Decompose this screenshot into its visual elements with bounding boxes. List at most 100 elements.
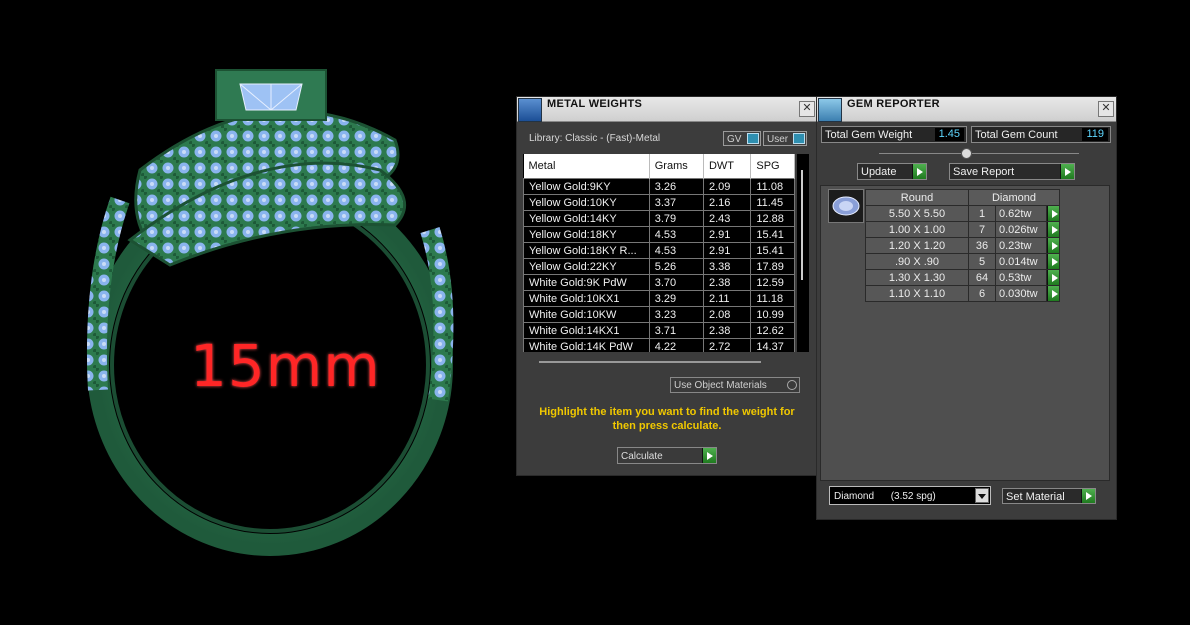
metal-weights-title: METAL WEIGHTS (547, 98, 643, 110)
metal-table-cell: 2.91 (702, 226, 752, 243)
close-icon[interactable]: ✕ (1098, 101, 1114, 117)
metal-table-row[interactable]: White Gold:10KW 3.23 2.08 10.99 (523, 306, 795, 323)
total-gem-weight-value: 1.45 (934, 128, 964, 141)
metal-column-header[interactable]: DWT (703, 154, 752, 179)
select-gem-button[interactable] (1046, 205, 1060, 222)
gem-list-area: Round Diamond 5.50 X 5.50 1 0.62tw 1.00 X 1… (820, 185, 1110, 481)
metal-table-cell: Yellow Gold:18KY R... (523, 242, 650, 259)
metal-table-cell: 11.08 (750, 178, 795, 195)
gem-slider[interactable] (879, 148, 1079, 159)
use-object-materials-option[interactable]: Use Object Materials (670, 377, 800, 393)
gem-row[interactable]: 1.30 X 1.30 64 0.53tw (865, 269, 1060, 286)
gem-cut-header: Round (865, 189, 969, 206)
gem-reporter-title: GEM REPORTER (847, 98, 940, 110)
metal-table-row[interactable]: White Gold:10KX1 3.29 2.11 11.18 (523, 290, 795, 307)
ring-viewport[interactable]: 15mm (0, 0, 510, 620)
close-icon[interactable]: ✕ (799, 101, 815, 117)
round-diamond-icon[interactable] (828, 189, 864, 223)
metal-table-row[interactable]: Yellow Gold:22KY 5.26 3.38 17.89 (523, 258, 795, 275)
gem-row[interactable]: 1.00 X 1.00 7 0.026tw (865, 221, 1060, 238)
select-gem-button[interactable] (1046, 269, 1060, 286)
metal-table-header: Metal Grams DWT SPG (523, 154, 795, 179)
metal-column-header[interactable]: SPG (750, 154, 795, 179)
metal-table-cell: 2.09 (702, 178, 752, 195)
set-material-button[interactable]: Set Material (1002, 488, 1096, 504)
metal-table-cell: 14.37 (750, 338, 795, 352)
horizontal-scrollbar[interactable] (539, 361, 761, 363)
gem-size: 1.30 X 1.30 (865, 269, 969, 286)
metal-table-cell: 3.79 (648, 210, 704, 227)
gem-count: 64 (968, 269, 996, 286)
metal-table[interactable]: Metal Grams DWT SPG Yellow Gold:9KY 3.26 2.09… (523, 154, 795, 352)
play-arrow-icon (1047, 270, 1059, 285)
gem-reporter-titlebar[interactable]: GEM REPORTER ✕ (817, 97, 1116, 122)
metal-table-cell: 11.18 (750, 290, 795, 307)
metal-table-cell: Yellow Gold:10KY (523, 194, 650, 211)
metal-table-cell: 10.99 (750, 306, 795, 323)
metal-table-cell: 2.11 (702, 290, 752, 307)
metal-table-cell: White Gold:9K PdW (523, 274, 650, 291)
gem-row[interactable]: 5.50 X 5.50 1 0.62tw (865, 205, 1060, 222)
vertical-scrollbar[interactable] (797, 154, 809, 352)
metal-table-row[interactable]: Yellow Gold:18KY R... 4.53 2.91 15.41 (523, 242, 795, 259)
gem-row[interactable]: .90 X .90 5 0.014tw (865, 253, 1060, 270)
metal-table-cell: 12.62 (750, 322, 795, 339)
metal-table-row[interactable]: White Gold:9K PdW 3.70 2.38 12.59 (523, 274, 795, 291)
calculate-label: Calculate (621, 451, 663, 462)
metal-table-cell: White Gold:14KX1 (523, 322, 650, 339)
gv-toggle-label: GV (727, 134, 742, 145)
metal-table-row[interactable]: Yellow Gold:10KY 3.37 2.16 11.45 (523, 194, 795, 211)
gem-count: 6 (968, 285, 996, 302)
select-gem-button[interactable] (1046, 285, 1060, 302)
gem-size: 5.50 X 5.50 (865, 205, 969, 222)
gem-size: 1.00 X 1.00 (865, 221, 969, 238)
update-button[interactable]: Update (857, 163, 927, 180)
material-select[interactable]: Diamond (3.52 spg) (829, 486, 991, 505)
metal-table-cell: 2.38 (702, 322, 752, 339)
calculate-button[interactable]: Calculate (617, 447, 717, 464)
metal-column-header[interactable]: Grams (649, 154, 704, 179)
metal-table-cell: 3.70 (648, 274, 704, 291)
metal-table-cell: 3.23 (648, 306, 704, 323)
metal-table-cell: Yellow Gold:14KY (523, 210, 650, 227)
metal-table-cell: Yellow Gold:22KY (523, 258, 650, 275)
metal-table-cell: 4.22 (648, 338, 704, 352)
metal-table-cell: 17.89 (750, 258, 795, 275)
save-report-button[interactable]: Save Report (949, 163, 1075, 180)
metal-table-row[interactable]: White Gold:14KX1 3.71 2.38 12.62 (523, 322, 795, 339)
gem-weight: 0.030tw (995, 285, 1047, 302)
metal-table-cell: 11.45 (750, 194, 795, 211)
play-arrow-icon (1047, 206, 1059, 221)
gem-row[interactable]: 1.10 X 1.10 6 0.030tw (865, 285, 1060, 302)
metal-weights-titlebar[interactable]: METAL WEIGHTS ✕ (517, 97, 817, 122)
select-gem-button[interactable] (1046, 253, 1060, 270)
play-arrow-icon (702, 448, 716, 463)
set-material-label: Set Material (1006, 491, 1065, 503)
metal-table-cell: 2.72 (702, 338, 752, 352)
metal-table-row[interactable]: White Gold:14K PdW 4.22 2.72 14.37 (523, 338, 795, 352)
select-gem-button[interactable] (1046, 221, 1060, 238)
metal-table-cell: 2.16 (702, 194, 752, 211)
gem-size: .90 X .90 (865, 253, 969, 270)
metal-table-cell: 2.91 (702, 242, 752, 259)
metal-column-header[interactable]: Metal (523, 154, 650, 179)
metal-table-row[interactable]: Yellow Gold:9KY 3.26 2.09 11.08 (523, 178, 795, 195)
gem-weight: 0.014tw (995, 253, 1047, 270)
gem-row[interactable]: 1.20 X 1.20 36 0.23tw (865, 237, 1060, 254)
metal-table-cell: 3.38 (702, 258, 752, 275)
play-arrow-icon (1047, 222, 1059, 237)
metal-table-cell: 3.26 (648, 178, 704, 195)
metal-table-row[interactable]: Yellow Gold:14KY 3.79 2.43 12.88 (523, 210, 795, 227)
metal-table-cell: 2.43 (702, 210, 752, 227)
user-toggle[interactable]: User (763, 131, 807, 146)
select-gem-button[interactable] (1046, 237, 1060, 254)
play-arrow-icon (1047, 238, 1059, 253)
chevron-down-icon[interactable] (975, 488, 989, 503)
gv-toggle[interactable]: GV (723, 131, 761, 146)
metal-table-row[interactable]: Yellow Gold:18KY 4.53 2.91 15.41 (523, 226, 795, 243)
play-arrow-icon (1047, 254, 1059, 269)
metal-table-cell: 2.38 (702, 274, 752, 291)
metal-table-cell: 12.59 (750, 274, 795, 291)
play-arrow-icon (1047, 286, 1059, 301)
slider-handle[interactable] (961, 148, 972, 159)
